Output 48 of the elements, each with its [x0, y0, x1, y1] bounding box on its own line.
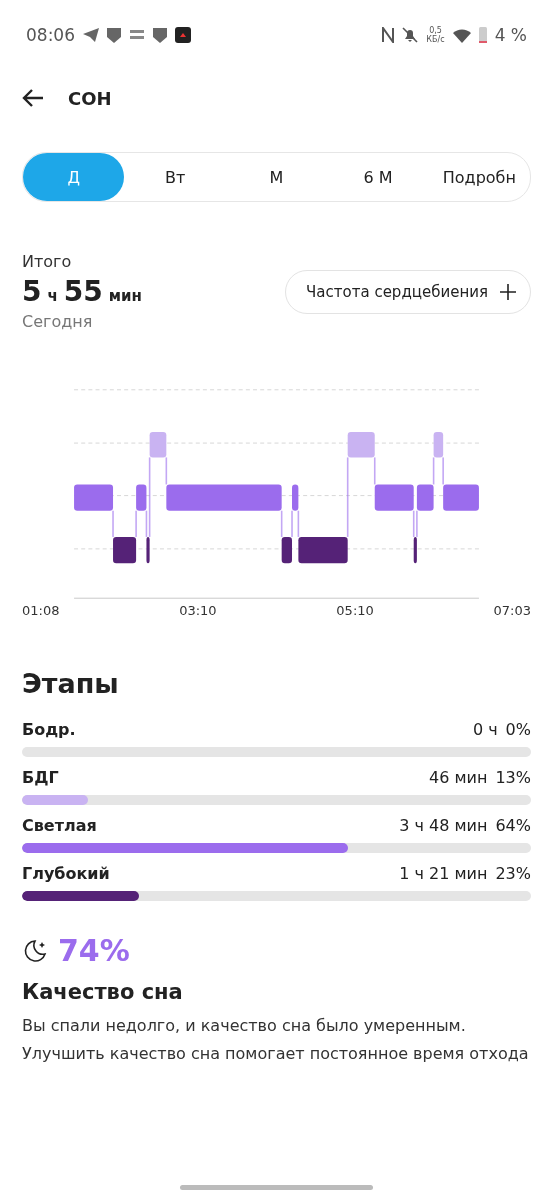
- minutes-unit: мин: [108, 287, 142, 305]
- nfc-icon: [382, 27, 395, 43]
- battery-icon: [478, 27, 487, 43]
- stage-name: Бодр.: [22, 719, 76, 739]
- time-axis-label: 01:08: [22, 603, 60, 618]
- stage-duration: 0 ч: [472, 719, 498, 739]
- stages-title: Этапы: [22, 668, 120, 699]
- network-speed: 0,5: [429, 26, 442, 35]
- stage-name: Глубокий: [22, 863, 110, 883]
- time-axis-label: 07:03: [493, 603, 531, 618]
- wifi-icon: [452, 27, 471, 43]
- total-minutes: 55: [63, 275, 103, 308]
- stage-percent: 64%: [495, 815, 531, 835]
- total-label: Итого: [22, 252, 73, 271]
- stage-duration: 1 ч 21 мин: [399, 863, 488, 883]
- stage-duration: 46 мин: [429, 767, 488, 787]
- back-arrow-icon[interactable]: [22, 88, 44, 108]
- stage-percent: 0%: [505, 719, 531, 739]
- quality-title: Качество сна: [22, 980, 184, 1004]
- quality-score: 74%: [58, 933, 130, 968]
- period-tab[interactable]: М: [225, 153, 328, 201]
- heart-rate-button[interactable]: Частота сердцебиения: [285, 269, 531, 314]
- stage-duration: 3 ч 48 мин: [399, 815, 488, 835]
- period-tab[interactable]: Подробн: [428, 153, 531, 201]
- page-title: СОН: [68, 87, 112, 109]
- hours-unit: ч: [47, 287, 58, 305]
- time-axis-label: 05:10: [336, 603, 374, 618]
- app-icon: [175, 27, 191, 43]
- network-speed-unit: КБ/с: [426, 35, 445, 44]
- stage-name: БДГ: [22, 767, 59, 787]
- shield-icon: [107, 27, 121, 43]
- total-hours: 5: [22, 275, 42, 308]
- status-time: 08:06: [26, 25, 75, 45]
- bell-off-icon: [402, 27, 419, 43]
- stage-percent: 23%: [495, 863, 531, 883]
- send-icon: [83, 28, 99, 42]
- battery-percent: 4 %: [494, 25, 527, 45]
- plus-icon: [500, 283, 516, 300]
- period-tab[interactable]: 6 М: [327, 153, 429, 201]
- period-tab[interactable]: Вт: [124, 153, 226, 201]
- time-axis-label: 03:10: [179, 603, 217, 618]
- quality-description: Вы спали недолго, и качество сна было умеренным. Улучшить качество сна помогает постоянное время отхода: [22, 1015, 530, 1065]
- shield-icon: [153, 27, 167, 43]
- moon-icon: [22, 937, 48, 964]
- date-label: Сегодня: [22, 312, 94, 331]
- stage-percent: 13%: [495, 767, 531, 787]
- app-icon: [129, 29, 145, 41]
- stage-name: Светлая: [22, 815, 97, 835]
